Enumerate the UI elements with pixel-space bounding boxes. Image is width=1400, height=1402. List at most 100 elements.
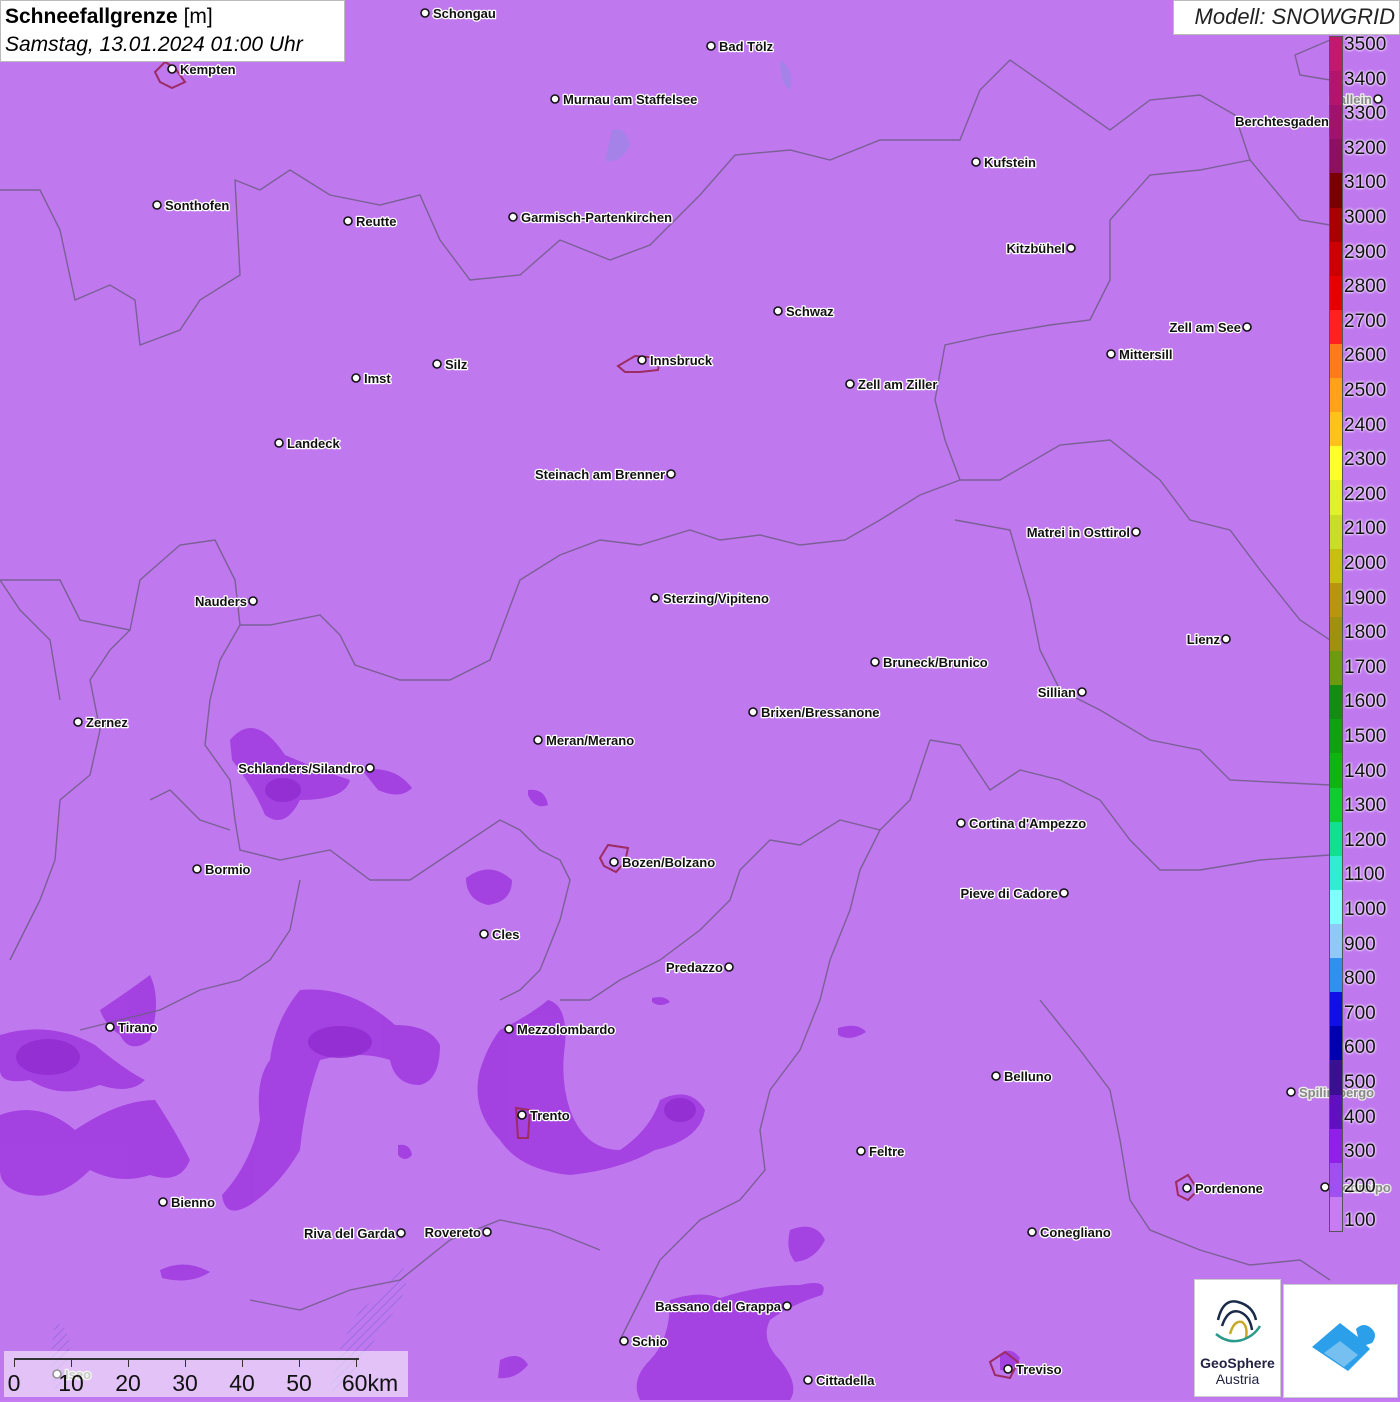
scale-tick <box>128 1358 129 1367</box>
city-dot-icon <box>1221 634 1231 644</box>
map-datetime: Samstag, 13.01.2024 01:00 Uhr <box>5 33 303 56</box>
city-marker: Brixen/Bressanone <box>748 704 881 721</box>
city-dot-icon <box>706 41 716 51</box>
city-dot-icon <box>782 1301 792 1311</box>
city-marker: Garmisch-Partenkirchen <box>508 209 673 226</box>
city-marker: Conegliano <box>1027 1224 1112 1241</box>
city-marker: Pordenone <box>1182 1180 1264 1197</box>
legend-swatch <box>1330 37 1342 72</box>
scale-bar: 0 10 20 30 40 50 60km <box>4 1351 408 1397</box>
scale-tick <box>242 1358 243 1367</box>
legend-label: 600 <box>1344 1037 1376 1059</box>
legend-swatch <box>1330 753 1342 788</box>
legend-swatch <box>1330 889 1342 925</box>
city-dot-icon <box>105 1022 115 1032</box>
legend-label: 300 <box>1344 1141 1376 1163</box>
legend-swatch <box>1330 548 1342 584</box>
city-dot-icon <box>666 469 676 479</box>
city-dot-icon <box>637 355 647 365</box>
city-dot-icon <box>991 1071 1001 1081</box>
city-dot-icon <box>650 593 660 603</box>
city-label: Trento <box>530 1108 570 1123</box>
city-label: Kitzbühel <box>1007 241 1066 256</box>
city-dot-icon <box>432 359 442 369</box>
city-dot-icon <box>248 596 258 606</box>
city-dot-icon <box>870 657 880 667</box>
city-dot-icon <box>1066 243 1076 253</box>
legend-swatch <box>1330 582 1342 618</box>
city-dot-icon <box>845 379 855 389</box>
city-dot-icon <box>1320 1182 1330 1192</box>
legend-label: 3400 <box>1344 68 1387 90</box>
city-marker: Bozen/Bolzano <box>609 854 717 871</box>
city-marker: Steinach am Brenner <box>534 466 676 483</box>
city-dot-icon <box>274 438 284 448</box>
scale-label: 30 <box>172 1370 198 1396</box>
city-label: Lienz <box>1187 632 1221 647</box>
legend-swatch <box>1330 616 1342 652</box>
legend-swatch <box>1330 480 1342 516</box>
legend-swatch <box>1330 719 1342 754</box>
legend-label: 100 <box>1344 1210 1376 1232</box>
legend-label: 2000 <box>1344 553 1387 574</box>
city-dot-icon <box>482 1227 492 1237</box>
geosphere-name: GeoSphere <box>1200 1355 1275 1371</box>
city-label: Garmisch-Partenkirchen <box>521 210 672 225</box>
geosphere-logo: GeoSphere Austria <box>1194 1279 1281 1397</box>
city-label: Schongau <box>433 6 496 21</box>
city-dot-icon <box>158 1197 168 1207</box>
city-marker: Pieve di Cadore <box>959 885 1069 902</box>
legend-swatch <box>1330 344 1342 379</box>
city-label: Sillian <box>1038 685 1076 700</box>
city-dot-icon <box>856 1146 866 1156</box>
legend-label: 1300 <box>1344 795 1387 817</box>
city-dot-icon <box>533 735 543 745</box>
city-marker: Schongau <box>420 5 497 22</box>
city-label: Pordenone <box>1195 1181 1263 1196</box>
city-label: Matrei in Osttirol <box>1027 525 1130 540</box>
legend-label: 2100 <box>1344 518 1387 540</box>
city-label: Bruneck/Brunico <box>883 655 988 670</box>
map-title-box: Schneefallgrenze [m] Samstag, 13.01.2024… <box>0 0 345 62</box>
city-marker: Zell am See <box>1168 319 1252 336</box>
city-dot-icon <box>1003 1364 1013 1374</box>
legend-swatch <box>1330 412 1342 447</box>
legend-swatch <box>1330 275 1342 311</box>
legend-label: 900 <box>1344 933 1376 955</box>
legend-label: 400 <box>1344 1106 1376 1128</box>
city-dot-icon <box>396 1228 406 1238</box>
city-dot-icon <box>167 64 177 74</box>
legend-swatch <box>1330 787 1342 823</box>
legend-label: 1400 <box>1344 760 1387 782</box>
city-marker: Murnau am Staffelsee <box>550 91 699 108</box>
legend-label: 3000 <box>1344 207 1387 228</box>
legend-swatch <box>1330 1162 1342 1198</box>
city-marker: Predazzo <box>665 959 734 976</box>
scale-tick <box>299 1358 300 1367</box>
city-dot-icon <box>517 1110 527 1120</box>
city-marker: Matrei in Osttirol <box>1025 524 1141 541</box>
geosphere-emblem-icon <box>1214 1300 1261 1343</box>
city-marker: Zell am Ziller <box>845 376 939 393</box>
city-dot-icon <box>773 306 783 316</box>
legend-label: 200 <box>1344 1175 1376 1197</box>
city-marker: Mezzolombardo <box>504 1021 617 1038</box>
legend-swatch <box>1330 446 1342 481</box>
city-label: Berchtesgaden <box>1235 114 1329 129</box>
scale-label: 20 <box>115 1370 141 1396</box>
legend-swatch <box>1330 1196 1342 1232</box>
legend-label: 3200 <box>1344 137 1387 159</box>
legend-label: 2900 <box>1344 241 1387 263</box>
city-label: Bozen/Bolzano <box>622 855 715 870</box>
city-label: Mezzolombardo <box>517 1022 615 1037</box>
legend-label: 1600 <box>1344 691 1387 713</box>
model-label: Modell: SNOWGRID <box>1173 0 1400 35</box>
snowline-map: Schongau Kempten Bad Tölz Murnau am Staffel… <box>0 0 1400 1400</box>
city-label: Schwaz <box>786 304 834 319</box>
city-label: Cles <box>492 927 519 942</box>
city-label: Silz <box>445 357 468 372</box>
scale-label: 60km <box>341 1370 399 1396</box>
city-label: Kempten <box>180 62 236 77</box>
scale-label: 0 <box>7 1370 21 1396</box>
city-label: Schlanders/Silandro <box>238 761 364 776</box>
